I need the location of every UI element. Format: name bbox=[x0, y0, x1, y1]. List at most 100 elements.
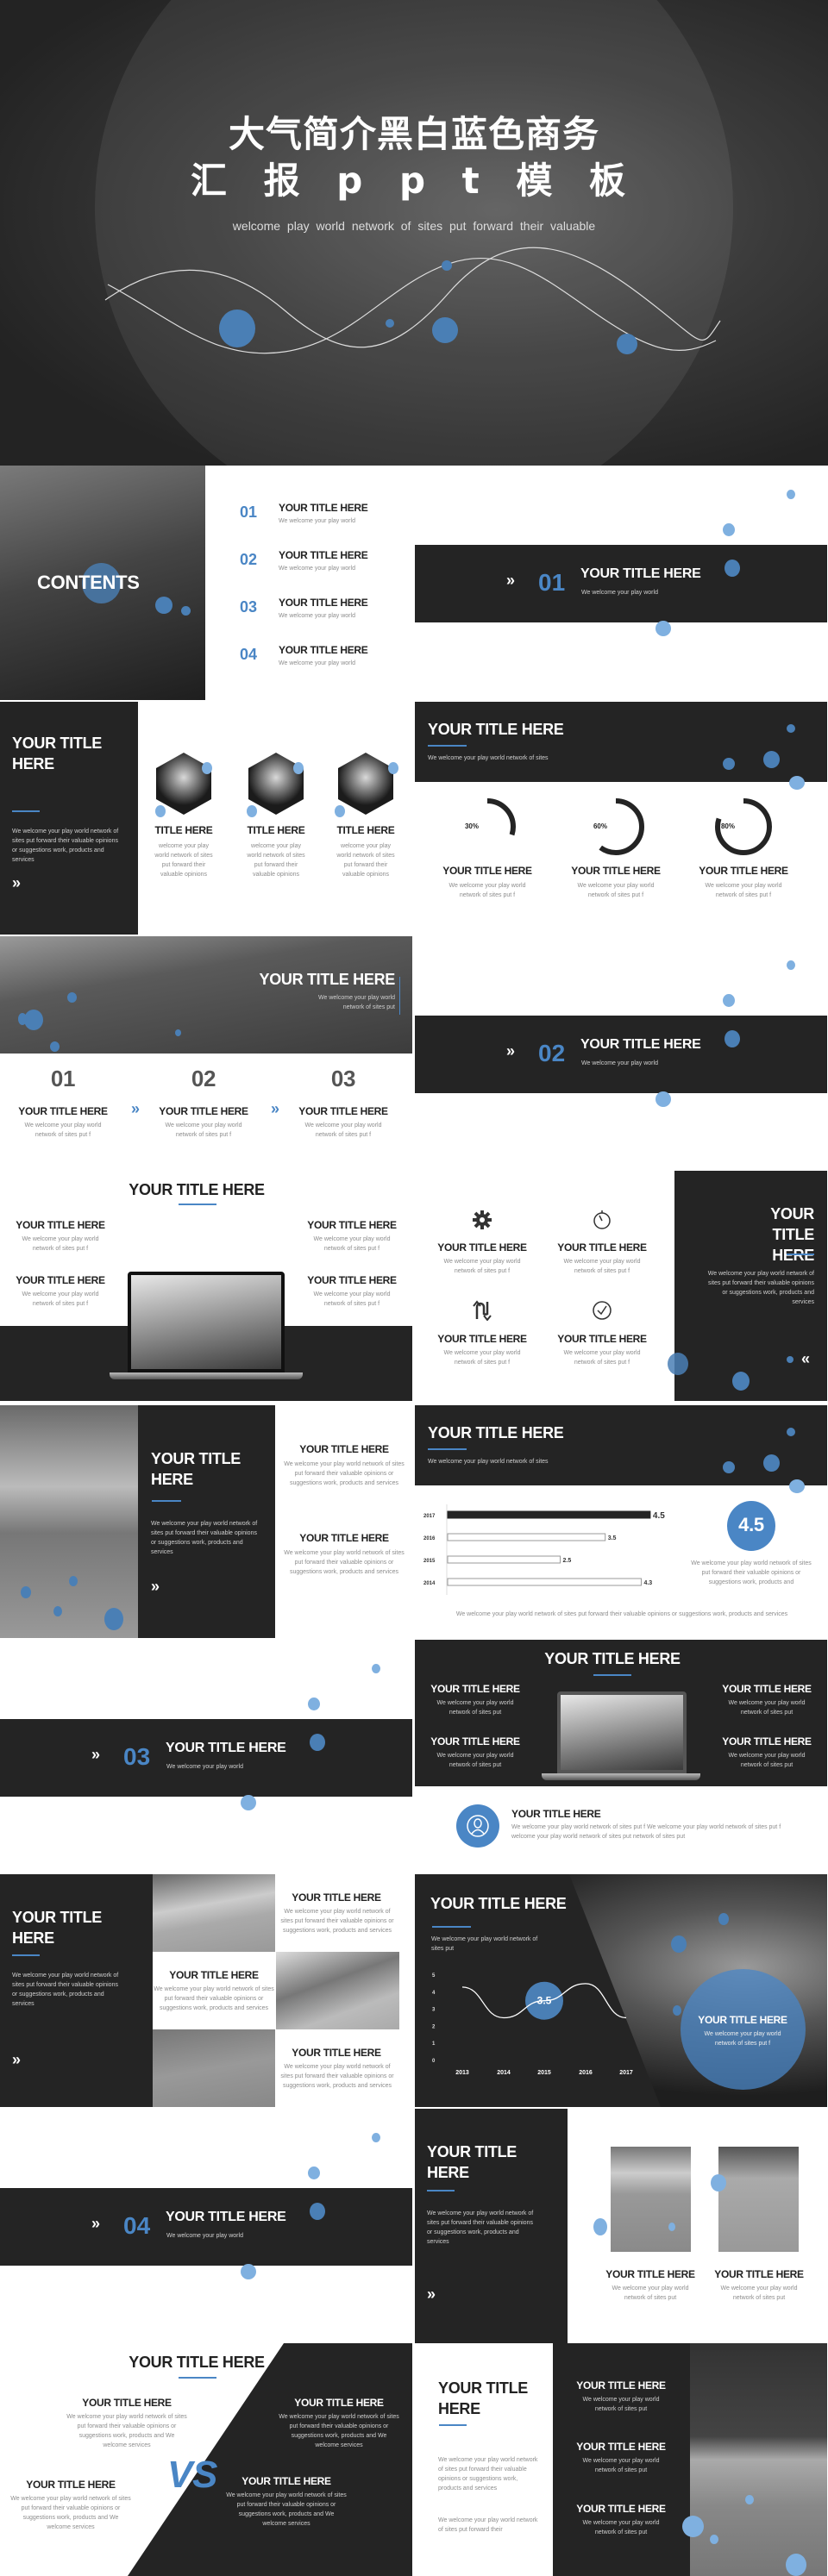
vs-item-body: We welcome your play world network of si… bbox=[226, 2492, 347, 2527]
section-title: YOUR TITLE HERE bbox=[580, 566, 701, 581]
contents-item-number: 01 bbox=[240, 503, 258, 521]
panel-body: We welcome your play world network of si… bbox=[151, 1521, 258, 1555]
contents-item-sub: We welcome your play world bbox=[279, 660, 355, 666]
grid-photo bbox=[276, 1952, 399, 2029]
chevron-right-icon[interactable]: » bbox=[91, 1746, 100, 1764]
laptop-dark-slide: YOUR TITLE HERE YOUR TITLE HERE We welco… bbox=[415, 1640, 827, 1871]
decor-dot bbox=[18, 1013, 27, 1025]
step-body: We welcome your play world network of si… bbox=[24, 1122, 102, 1138]
decor-dot bbox=[308, 2166, 320, 2179]
contents-item[interactable]: 04 YOUR TITLE HERE We welcome your play … bbox=[238, 642, 402, 677]
bar-chart-slide: YOUR TITLE HERE We welcome your play wor… bbox=[415, 1405, 827, 1638]
contents-item-sub: We welcome your play world bbox=[279, 566, 355, 572]
beach-photo bbox=[718, 2147, 799, 2252]
cover-waves bbox=[104, 247, 721, 354]
final-item-title: YOUR TITLE HERE bbox=[576, 2503, 666, 2515]
chevron-right-icon: » bbox=[271, 1100, 279, 1117]
grid-item-title: YOUR TITLE HERE bbox=[169, 1969, 259, 1981]
member-photo bbox=[338, 753, 393, 815]
decor-dot bbox=[673, 2005, 681, 2016]
bar-value-label: 2.5 bbox=[563, 1558, 572, 1564]
chevron-right-icon[interactable]: » bbox=[151, 1578, 160, 1596]
x-tick-label: 2017 bbox=[619, 2070, 633, 2076]
decor-dot bbox=[155, 597, 172, 614]
panel-body: We welcome your play world network of si… bbox=[12, 1973, 119, 2007]
chevron-right-icon[interactable]: » bbox=[12, 874, 21, 892]
y-tick-label: 4 bbox=[432, 1991, 436, 1996]
slide-title: YOUR TITLE HERE bbox=[544, 1650, 681, 1667]
decor-dot bbox=[656, 1091, 671, 1107]
laptop-slide: YOUR TITLE HERE YOUR TITLE HERE We welco… bbox=[0, 1171, 412, 1401]
decor-dot bbox=[732, 1372, 750, 1391]
highlight-value: 3.5 bbox=[537, 1995, 552, 2007]
decor-dot bbox=[310, 1734, 325, 1751]
feature-title: YOUR TITLE HERE bbox=[437, 1333, 527, 1345]
vs-item-title: YOUR TITLE HERE bbox=[82, 2397, 172, 2409]
panel-title: YOUR TITLE HERE bbox=[770, 1205, 814, 1264]
chevron-right-icon[interactable]: » bbox=[427, 2285, 436, 2304]
decor-dot bbox=[67, 992, 77, 1003]
step-number: 02 bbox=[191, 1066, 216, 1091]
chevron-right-icon[interactable]: » bbox=[506, 572, 515, 590]
step-title: YOUR TITLE HERE bbox=[298, 1105, 388, 1117]
step-title: YOUR TITLE HERE bbox=[159, 1105, 248, 1117]
member-body: welcome your play world network of sites… bbox=[154, 843, 213, 878]
profile-title: YOUR TITLE HERE bbox=[511, 1808, 601, 1820]
y-tick-label: 2 bbox=[432, 2024, 436, 2029]
x-tick-label: 2013 bbox=[455, 2070, 469, 2076]
contents-item[interactable]: 02 YOUR TITLE HERE We welcome your play … bbox=[238, 547, 402, 582]
decor-dot bbox=[724, 560, 740, 577]
item-body: We welcome your play world network of si… bbox=[22, 1291, 99, 1307]
section-sub: We welcome your play world bbox=[166, 1764, 243, 1770]
beach-photo bbox=[611, 2147, 691, 2252]
cliff-photo bbox=[0, 1405, 138, 1638]
steps-slide: YOUR TITLE HERE We welcome your play wor… bbox=[0, 936, 412, 1169]
contents-item[interactable]: 03 YOUR TITLE HERE We welcome your play … bbox=[238, 595, 402, 629]
ring-label: 30% bbox=[464, 822, 479, 830]
vs-item-title: YOUR TITLE HERE bbox=[26, 2479, 116, 2491]
highlight-body: We welcome your play world network of si… bbox=[691, 1560, 812, 1585]
grid-item-body: We welcome your play world network of si… bbox=[280, 2064, 394, 2089]
decor-dot bbox=[723, 994, 735, 1007]
vertical-accent-line bbox=[399, 977, 400, 1015]
vs-item-title: YOUR TITLE HERE bbox=[294, 2397, 384, 2409]
feature-body: We welcome your play world network of si… bbox=[563, 1259, 641, 1274]
slide-title: YOUR TITLE HERE bbox=[129, 1181, 265, 1198]
x-tick-label: 2015 bbox=[537, 2070, 551, 2076]
section-band bbox=[415, 1016, 827, 1093]
item-title: YOUR TITLE HERE bbox=[307, 1274, 397, 1286]
decor-dot bbox=[53, 1606, 62, 1616]
chevron-right-icon[interactable]: » bbox=[12, 2051, 21, 2069]
contents-item-number: 03 bbox=[240, 598, 258, 616]
photo-title: YOUR TITLE HERE bbox=[714, 2268, 804, 2280]
contents-item-number: 04 bbox=[240, 646, 258, 663]
highlight-value: 4.5 bbox=[738, 1514, 764, 1535]
step-number: 01 bbox=[50, 1066, 76, 1091]
section-slide-04: » 04 YOUR TITLE HERE We welcome your pla… bbox=[0, 2109, 412, 2342]
line-chart-slide: YOUR TITLE HERE We welcome your play wor… bbox=[415, 1874, 827, 2107]
chevron-left-icon[interactable]: « bbox=[801, 1350, 810, 1368]
grid-photo bbox=[153, 2029, 275, 2107]
item-body: We welcome your play world network of si… bbox=[705, 883, 782, 898]
photo-grid-slide: YOUR TITLE HERE We welcome your play wor… bbox=[0, 1874, 412, 2107]
final-item-body: We welcome your play world network of si… bbox=[582, 2397, 660, 2412]
slide-title: YOUR TITLE HERE bbox=[438, 2379, 528, 2417]
item-body: We welcome your play world network of si… bbox=[436, 1700, 514, 1716]
title-underline bbox=[12, 1954, 40, 1956]
chart-footer: We welcome your play world network of si… bbox=[455, 1611, 788, 1617]
section-band bbox=[415, 545, 827, 622]
photo-title: YOUR TITLE HERE bbox=[605, 2268, 695, 2280]
step-title: YOUR TITLE HERE bbox=[18, 1105, 108, 1117]
item-title: YOUR TITLE HERE bbox=[430, 1683, 520, 1695]
chevron-right-icon[interactable]: » bbox=[506, 1042, 515, 1060]
member-photo bbox=[156, 753, 211, 815]
grid-item-title: YOUR TITLE HERE bbox=[292, 1891, 381, 1904]
section-title: YOUR TITLE HERE bbox=[580, 1037, 701, 1052]
decor-dot bbox=[335, 805, 345, 817]
chevron-right-icon[interactable]: » bbox=[91, 2215, 100, 2233]
decor-dot bbox=[671, 1935, 687, 1953]
section-slide-01: » 01 YOUR TITLE HERE We welcome your pla… bbox=[415, 466, 827, 698]
bar-value-label: 4.3 bbox=[643, 1580, 652, 1586]
step-body: We welcome your play world network of si… bbox=[304, 1122, 382, 1138]
contents-item[interactable]: 01 YOUR TITLE HERE We welcome your play … bbox=[238, 500, 402, 535]
